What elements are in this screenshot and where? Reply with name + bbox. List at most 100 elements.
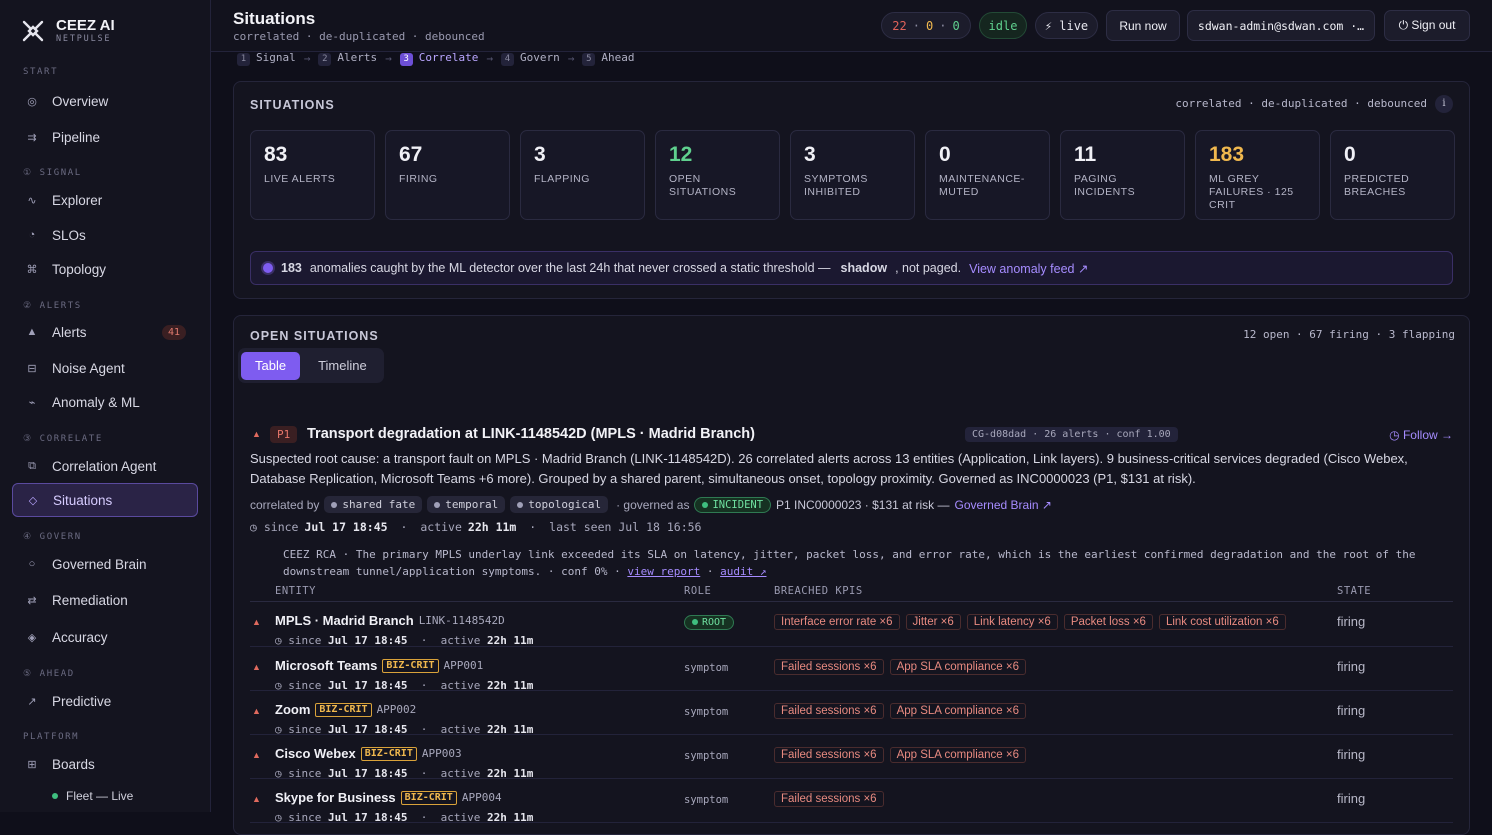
step-alerts[interactable]: 2 Alerts bbox=[318, 51, 377, 66]
row-since: Jul 17 18:45 bbox=[327, 811, 408, 824]
follow-button[interactable]: ◷ Follow → bbox=[1389, 428, 1453, 442]
nav-predictive[interactable]: ↗ Predictive bbox=[12, 684, 198, 718]
kpi-tag[interactable]: App SLA compliance ×6 bbox=[889, 703, 1027, 719]
step-ahead[interactable]: 5 Ahead bbox=[582, 51, 634, 66]
kpi-tag[interactable]: Failed sessions ×6 bbox=[774, 791, 884, 807]
situation-title[interactable]: Transport degradation at LINK-1148542D (… bbox=[307, 426, 755, 442]
arrow-right-icon: → bbox=[385, 52, 392, 65]
step-label: Ahead bbox=[601, 51, 635, 64]
chip-temporal[interactable]: temporal bbox=[427, 496, 506, 513]
live-toggle[interactable]: ⚡ live bbox=[1035, 12, 1098, 39]
brand-sub: NETPULSE bbox=[56, 34, 112, 44]
stat-card-paging-incidents[interactable]: 11 PAGING INCIDENTS bbox=[1060, 130, 1185, 220]
biz-crit-badge: BIZ-CRIT bbox=[382, 658, 439, 673]
nav-explorer[interactable]: ∿ Explorer bbox=[12, 183, 198, 217]
view-anomaly-feed-link[interactable]: View anomaly feed ↗ bbox=[969, 261, 1088, 276]
panel-title: SITUATIONS bbox=[250, 98, 335, 112]
stat-card-firing[interactable]: 67 FIRING bbox=[385, 130, 510, 220]
audit-link[interactable]: audit ↗ bbox=[720, 565, 766, 578]
governed-brain-link[interactable]: Governed Brain ↗ bbox=[954, 498, 1051, 512]
stat-card-flapping[interactable]: 3 FLAPPING bbox=[520, 130, 645, 220]
kpi-tag[interactable]: Failed sessions ×6 bbox=[774, 747, 884, 763]
step-number: 1 bbox=[237, 53, 250, 66]
step-label: Govern bbox=[519, 51, 560, 64]
nav-label: Noise Agent bbox=[52, 360, 125, 376]
page-subtitle: correlated · de-duplicated · debounced bbox=[233, 30, 485, 43]
brand[interactable]: CEEZ AI NETPULSE bbox=[20, 18, 115, 44]
stat-value: 67 bbox=[399, 143, 423, 166]
section-signal: ① SIGNAL bbox=[23, 168, 82, 178]
stat-card-symptoms-inhibited[interactable]: 3 SYMPTOMS INHIBITED bbox=[790, 130, 915, 220]
info-icon[interactable]: i bbox=[1435, 95, 1453, 113]
nav-accuracy[interactable]: ◈ Accuracy bbox=[12, 620, 198, 654]
kpi-tag[interactable]: Failed sessions ×6 bbox=[774, 659, 884, 675]
chip-topological[interactable]: topological bbox=[510, 496, 609, 513]
entity-name: Skype for Business bbox=[275, 790, 396, 805]
nav-topology[interactable]: ⌘ Topology bbox=[12, 252, 198, 286]
row-timing: ◷ since Jul 17 18:45 · active 22h 11m bbox=[275, 634, 534, 647]
stat-card-live-alerts[interactable]: 83 LIVE ALERTS bbox=[250, 130, 375, 220]
wave-icon: ∿ bbox=[27, 194, 37, 207]
nav-overview[interactable]: ◎ Overview bbox=[12, 84, 198, 118]
step-signal[interactable]: 1 Signal bbox=[237, 51, 296, 66]
table-row[interactable]: ▲ MPLS · Madrid Branch LINK-1148542D ◷ si… bbox=[250, 603, 1453, 647]
situation-meta: CG-d08dad · 26 alerts · conf 1.00 bbox=[965, 427, 1178, 442]
nav-anomaly-ml[interactable]: ⌁ Anomaly & ML bbox=[12, 385, 198, 419]
nav-noise-agent[interactable]: ⊟ Noise Agent bbox=[12, 351, 198, 385]
step-govern[interactable]: 4 Govern bbox=[500, 51, 560, 66]
nav-situations[interactable]: ◇ Situations bbox=[12, 483, 198, 517]
entity-id: APP001 bbox=[443, 659, 484, 672]
target-icon: ◎ bbox=[27, 95, 37, 108]
chip-shared-fate[interactable]: shared fate bbox=[324, 496, 423, 513]
sign-out-button[interactable]: ⏻ Sign out bbox=[1384, 10, 1470, 41]
kpi-tag[interactable]: Link cost utilization ×6 bbox=[1158, 614, 1286, 630]
table-row[interactable]: ▲ Cisco Webex BIZ-CRIT APP003 ◷ since Jul … bbox=[250, 736, 1453, 780]
circle-icon: ○ bbox=[28, 558, 36, 570]
table-row[interactable]: ▲ Zoom BIZ-CRIT APP002 ◷ since Jul 17 18:4… bbox=[250, 692, 1453, 736]
step-correlate[interactable]: 3 Correlate bbox=[399, 51, 478, 66]
stat-card-ml-grey-failures[interactable]: 183 ML GREY FAILURES · 125 CRIT bbox=[1195, 130, 1320, 220]
tab-table[interactable]: Table bbox=[241, 351, 301, 380]
kpi-tag[interactable]: Interface error rate ×6 bbox=[774, 614, 900, 630]
root-dot-icon bbox=[692, 619, 698, 625]
kpi-tag[interactable]: Packet loss ×6 bbox=[1063, 614, 1153, 630]
nav-slos[interactable]: ◔ SLOs bbox=[12, 218, 198, 252]
role-label: symptom bbox=[684, 750, 729, 762]
table-row[interactable]: ▲ Microsoft Teams BIZ-CRIT APP001 ◷ since … bbox=[250, 648, 1453, 692]
nav-boards[interactable]: ⊞ Boards bbox=[12, 747, 198, 781]
severity-icon: ▲ bbox=[252, 617, 261, 627]
stat-card-maintenance-muted[interactable]: 0 MAINTENANCE-MUTED bbox=[925, 130, 1050, 220]
kpi-list: Failed sessions ×6 App SLA compliance ×6 bbox=[774, 658, 1032, 675]
stat-card-predicted-breaches[interactable]: 0 PREDICTED BREACHES bbox=[1330, 130, 1455, 220]
view-toggle: Table Timeline bbox=[238, 348, 384, 383]
kpi-tag[interactable]: Link latency ×6 bbox=[966, 614, 1058, 630]
last-seen: last seen Jul 18 16:56 bbox=[549, 520, 702, 534]
nav-pipeline[interactable]: ⇉ Pipeline bbox=[12, 120, 198, 154]
kpi-tag[interactable]: Failed sessions ×6 bbox=[774, 703, 884, 719]
trend-icon: ↗ bbox=[27, 695, 37, 708]
chip-label: temporal bbox=[445, 498, 499, 511]
stat-label: PREDICTED BREACHES bbox=[1344, 173, 1410, 198]
nav-alerts[interactable]: ▲ Alerts 41 bbox=[12, 315, 198, 349]
nav-governed-brain[interactable]: ○ Governed Brain bbox=[12, 547, 198, 581]
kpi-tag[interactable]: Jitter ×6 bbox=[905, 614, 961, 630]
tab-timeline[interactable]: Timeline bbox=[304, 352, 381, 380]
nav-remediation[interactable]: ⇄ Remediation bbox=[12, 583, 198, 617]
entity-cell: Zoom BIZ-CRIT APP002 bbox=[275, 702, 416, 717]
since-value: Jul 17 18:45 bbox=[304, 520, 388, 534]
kpi-list: Failed sessions ×6 bbox=[774, 790, 890, 807]
nav-correlation-agent[interactable]: ⧉ Correlation Agent bbox=[12, 449, 198, 483]
kpi-tag[interactable]: App SLA compliance ×6 bbox=[889, 747, 1027, 763]
view-report-link[interactable]: view report bbox=[627, 565, 700, 578]
root-badge: ROOT bbox=[684, 614, 735, 630]
user-menu[interactable]: sdwan-admin@sdwan.com ·… bbox=[1187, 10, 1375, 41]
topbar: Situations correlated · de-duplicated · … bbox=[211, 0, 1492, 52]
alert-counts-pill[interactable]: 22 · 0 · 0 bbox=[881, 12, 971, 39]
panel-subtitle: correlated · de-duplicated · debounced bbox=[1175, 97, 1427, 110]
table-row[interactable]: ▲ Skype for Business BIZ-CRIT APP004 ◷ sin… bbox=[250, 780, 1453, 824]
nav-fleet-live[interactable]: Fleet — Live bbox=[52, 789, 133, 803]
run-now-button[interactable]: Run now bbox=[1106, 10, 1180, 41]
stat-card-open-situations[interactable]: 12 OPEN SITUATIONS bbox=[655, 130, 780, 220]
kpi-tag[interactable]: App SLA compliance ×6 bbox=[889, 659, 1027, 675]
incident-dot-icon bbox=[702, 501, 709, 508]
